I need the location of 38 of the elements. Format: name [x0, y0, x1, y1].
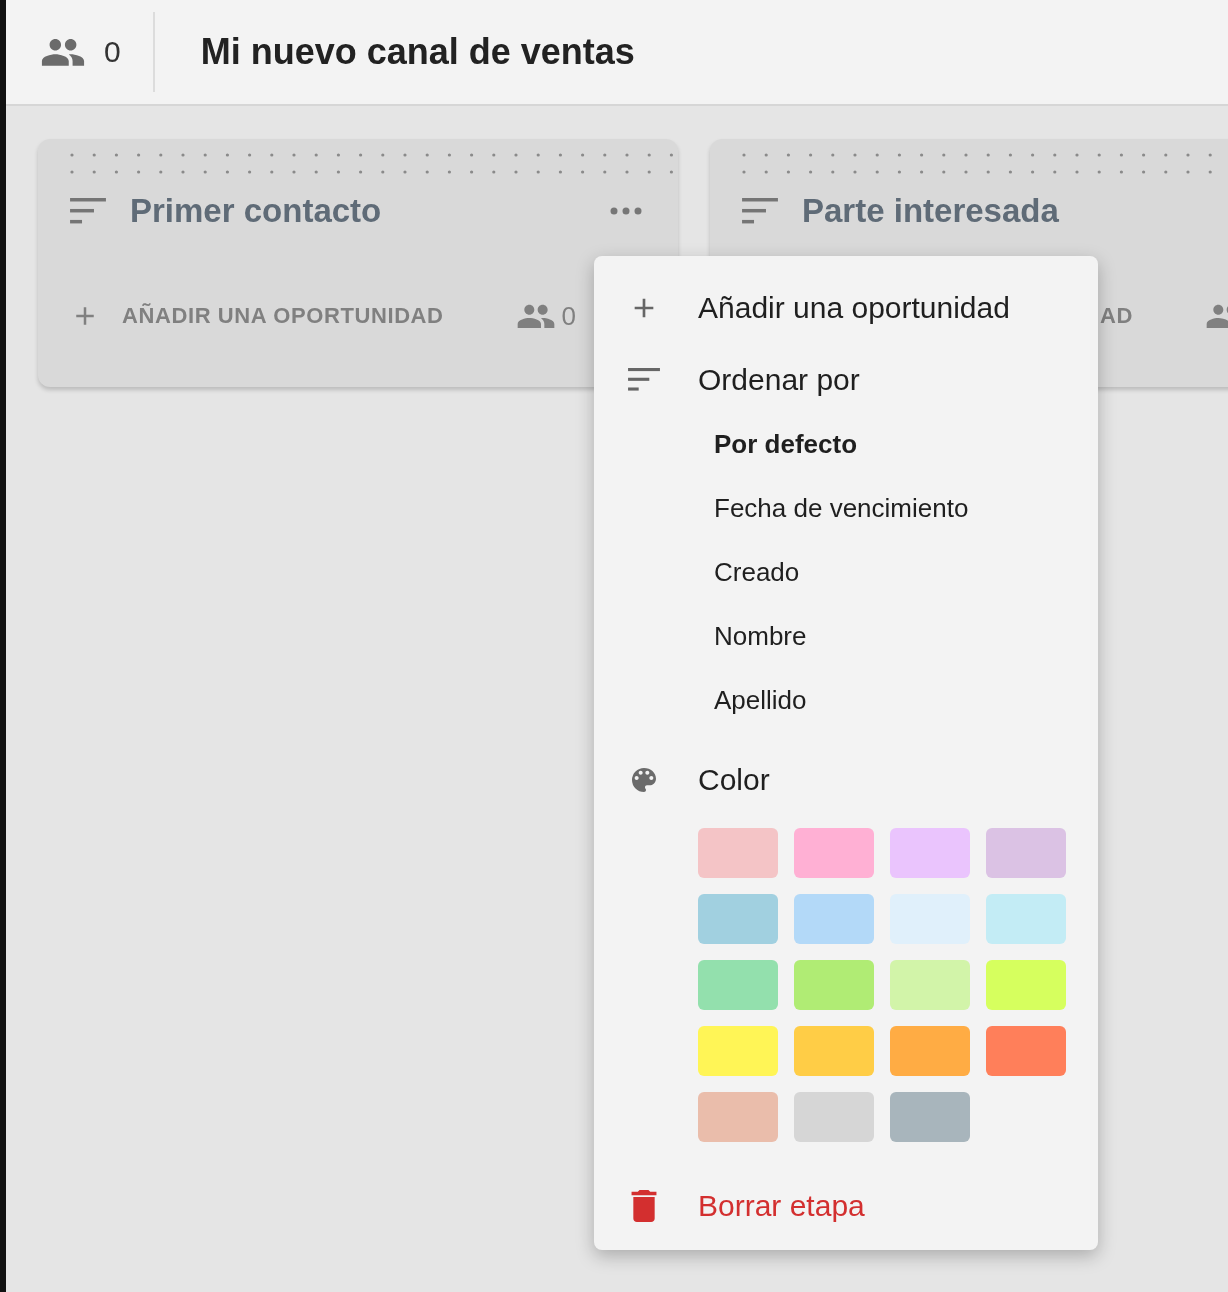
delete-stage-item[interactable]: Borrar etapa [594, 1170, 1098, 1242]
stage-title: Parte interesada [802, 192, 1060, 230]
sort-option[interactable]: Creado [594, 540, 1098, 604]
sort-option[interactable]: Apellido [594, 668, 1098, 732]
trash-icon [630, 1190, 658, 1222]
sort-icon [742, 198, 778, 224]
color-swatch[interactable] [794, 894, 874, 944]
color-swatch[interactable] [794, 960, 874, 1010]
color-swatch[interactable] [890, 1026, 970, 1076]
more-icon [610, 207, 642, 215]
color-swatch[interactable] [890, 960, 970, 1010]
add-opportunity-item[interactable]: Añadir una oportunidad [594, 272, 1098, 344]
color-swatch[interactable] [986, 828, 1066, 878]
color-swatch[interactable] [794, 828, 874, 878]
color-swatch[interactable] [698, 1026, 778, 1076]
color-swatch[interactable] [794, 1026, 874, 1076]
sort-option[interactable]: Nombre [594, 604, 1098, 668]
color-swatch[interactable] [890, 1092, 970, 1142]
pipeline-title: Mi nuevo canal de ventas [200, 31, 635, 73]
color-swatch[interactable] [794, 1092, 874, 1142]
drag-handle-icon[interactable] [70, 153, 674, 174]
people-icon [515, 303, 556, 329]
people-icon [40, 37, 86, 67]
color-swatch[interactable] [986, 960, 1066, 1010]
color-swatch[interactable] [698, 828, 778, 878]
color-heading: Color [594, 744, 1098, 816]
color-swatch[interactable] [698, 894, 778, 944]
sort-icon [628, 368, 660, 392]
color-swatch[interactable] [986, 894, 1066, 944]
color-swatch[interactable] [698, 960, 778, 1010]
sort-icon [70, 198, 106, 224]
member-count: 0 [561, 300, 577, 332]
stage-title: Primer contacto [130, 192, 383, 230]
color-swatch[interactable] [890, 828, 970, 878]
sort-option[interactable]: Fecha de vencimiento [594, 476, 1098, 540]
member-count: 0 [104, 35, 121, 69]
color-swatch[interactable] [986, 1026, 1066, 1076]
color-swatch[interactable] [698, 1092, 778, 1142]
